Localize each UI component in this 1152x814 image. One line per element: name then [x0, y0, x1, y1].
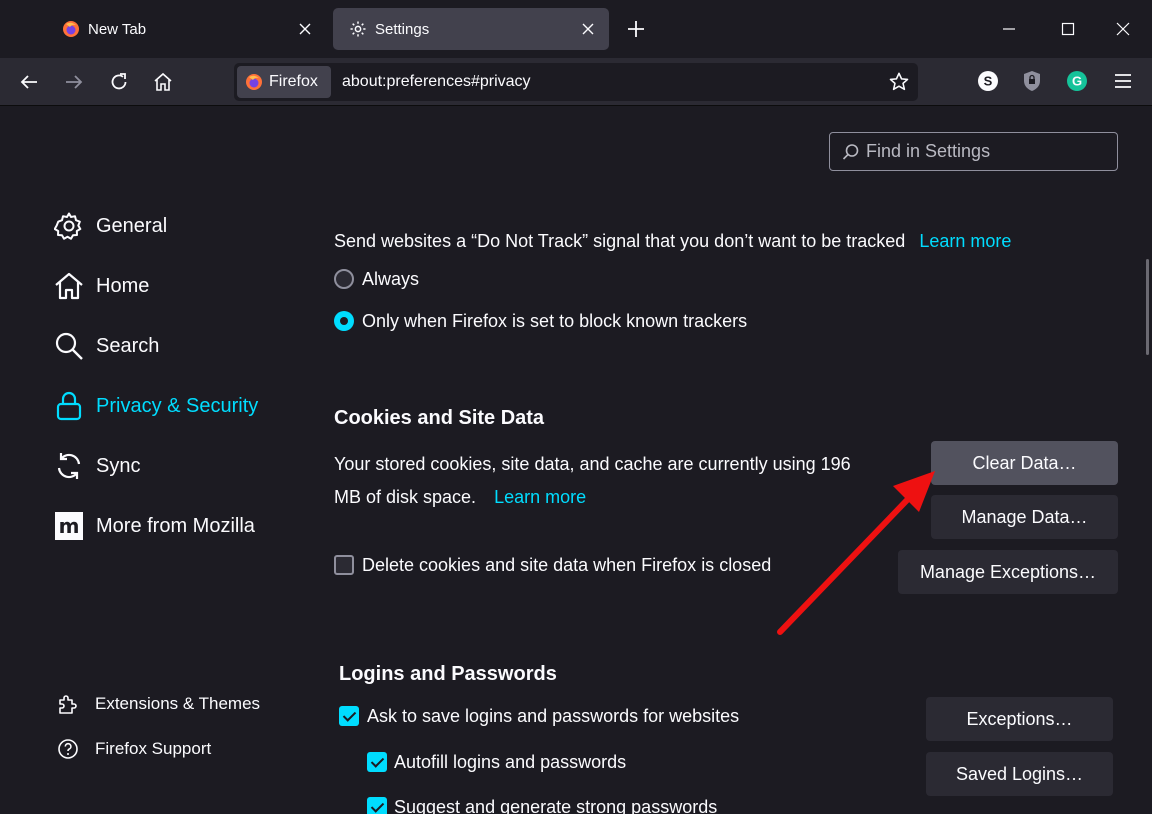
search-icon	[842, 143, 859, 160]
sidebar-footer-label: Extensions & Themes	[95, 694, 261, 713]
maximize-icon[interactable]	[1055, 16, 1081, 42]
logins-heading: Logins and Passwords	[339, 663, 557, 685]
cookies-usage-text: MB of disk space.	[334, 487, 477, 507]
manage-data-button[interactable]: Manage Data…	[931, 495, 1118, 539]
new-tab-plus-icon[interactable]	[624, 17, 648, 41]
bookmark-star-icon[interactable]	[888, 71, 910, 93]
tab-label: Settings	[375, 20, 430, 38]
window-close-icon[interactable]	[1110, 16, 1136, 42]
dnt-description-text: Send websites a “Do Not Track” signal th…	[334, 231, 906, 251]
help-icon	[56, 737, 80, 761]
firefox-logo-icon	[245, 73, 263, 91]
grammarly-extension-icon[interactable]: G	[1066, 70, 1088, 92]
sidebar-item-label: Sync	[96, 454, 141, 477]
url-bar[interactable]: Firefox about:preferences#privacy	[234, 63, 918, 101]
dnt-only-when-blocking-label[interactable]: Only when Firefox is set to block known …	[362, 311, 747, 332]
svg-text:S: S	[984, 74, 993, 89]
ask-to-save-logins-checkbox[interactable]	[339, 706, 359, 726]
sidebar-item-sync[interactable]: Sync	[54, 451, 140, 481]
sidebar-item-home[interactable]: Home	[54, 271, 149, 301]
logins-exceptions-button[interactable]: Exceptions…	[926, 697, 1113, 741]
delete-cookies-on-close-label[interactable]: Delete cookies and site data when Firefo…	[362, 555, 771, 576]
cookies-usage-text: Your stored cookies, site data, and cach…	[334, 454, 851, 474]
suggest-passwords-checkbox[interactable]	[367, 797, 387, 814]
shield-extension-icon[interactable]	[1021, 70, 1043, 92]
home-icon[interactable]	[149, 68, 177, 96]
scrollbar-thumb[interactable]	[1146, 259, 1149, 355]
s-extension-icon[interactable]: S	[977, 70, 999, 92]
minimize-icon[interactable]	[996, 16, 1022, 42]
identity-label: Firefox	[269, 73, 318, 90]
cookies-heading: Cookies and Site Data	[334, 407, 545, 429]
navigation-toolbar: Firefox about:preferences#privacy S G	[0, 58, 1152, 106]
settings-page: General Home Search Privacy & Security S…	[0, 107, 1152, 814]
suggest-passwords-label[interactable]: Suggest and generate strong passwords	[394, 797, 717, 814]
sidebar-item-search[interactable]: Search	[54, 331, 159, 361]
delete-cookies-on-close-checkbox[interactable]	[334, 555, 354, 575]
tab-label: New Tab	[88, 20, 147, 38]
close-tab-icon[interactable]	[296, 20, 314, 38]
saved-logins-button[interactable]: Saved Logins…	[926, 752, 1113, 796]
autofill-logins-checkbox[interactable]	[367, 752, 387, 772]
sync-icon	[54, 451, 84, 481]
dnt-learn-more-link[interactable]: Learn more	[919, 231, 1011, 251]
cookies-usage-line2: MB of disk space. Learn more	[334, 487, 586, 508]
sidebar-item-label: Privacy & Security	[96, 394, 259, 417]
gear-icon	[349, 20, 367, 38]
svg-text:m: m	[59, 514, 80, 538]
home-icon	[54, 271, 84, 301]
sidebar-item-label: More from Mozilla	[96, 514, 255, 537]
magnifier-icon	[54, 331, 84, 361]
firefox-logo-icon	[62, 20, 80, 38]
sidebar-item-privacy-security[interactable]: Privacy & Security	[54, 391, 258, 421]
lock-icon	[54, 391, 84, 421]
dnt-only-when-blocking-radio[interactable]	[334, 311, 354, 331]
sidebar-item-general[interactable]: General	[54, 211, 167, 241]
url-text[interactable]: about:preferences#privacy	[342, 73, 531, 91]
cookies-learn-more-link[interactable]: Learn more	[494, 487, 586, 507]
reload-icon[interactable]	[105, 68, 133, 96]
identity-box[interactable]: Firefox	[237, 66, 331, 98]
forward-arrow-icon[interactable]	[60, 68, 88, 96]
puzzle-icon	[56, 692, 80, 716]
tab-settings[interactable]: Settings	[333, 8, 609, 50]
sidebar-footer-firefox-support[interactable]: Firefox Support	[56, 737, 211, 761]
sidebar-item-more-from-mozilla[interactable]: m More from Mozilla	[54, 511, 255, 541]
sidebar-footer-label: Firefox Support	[95, 739, 212, 758]
dnt-always-radio[interactable]	[334, 269, 354, 289]
sidebar-item-label: General	[96, 214, 168, 237]
find-in-settings-input[interactable]	[866, 141, 1106, 162]
gear-icon	[54, 211, 84, 241]
hamburger-menu-icon[interactable]	[1112, 70, 1134, 92]
sidebar-footer-extensions-themes[interactable]: Extensions & Themes	[56, 692, 260, 716]
mozilla-m-icon: m	[54, 511, 84, 541]
svg-text:G: G	[1072, 74, 1082, 89]
sidebar-item-label: Search	[96, 334, 160, 357]
ask-to-save-logins-label[interactable]: Ask to save logins and passwords for web…	[367, 706, 739, 727]
dnt-always-label[interactable]: Always	[362, 269, 419, 290]
tab-strip: New Tab Settings	[0, 0, 1152, 58]
clear-data-button[interactable]: Clear Data…	[931, 441, 1118, 485]
manage-exceptions-button[interactable]: Manage Exceptions…	[898, 550, 1118, 594]
back-arrow-icon[interactable]	[15, 68, 43, 96]
close-tab-icon[interactable]	[579, 20, 597, 38]
autofill-logins-label[interactable]: Autofill logins and passwords	[394, 752, 626, 773]
tab-new-tab[interactable]: New Tab	[46, 8, 326, 50]
find-in-settings-box[interactable]	[829, 132, 1118, 171]
dnt-description: Send websites a “Do Not Track” signal th…	[334, 231, 1011, 252]
sidebar-item-label: Home	[96, 274, 150, 297]
